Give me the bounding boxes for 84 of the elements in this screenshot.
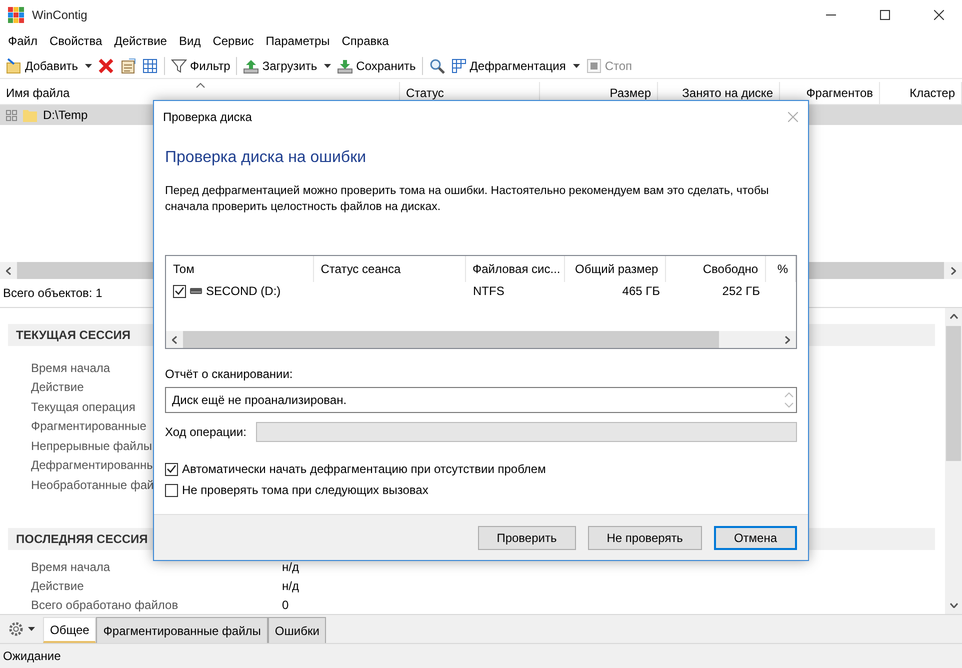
column-header[interactable]: % [766,256,796,282]
app-icon [8,7,24,23]
horizontal-scrollbar[interactable] [166,331,796,348]
dialog-title: Проверка диска [163,110,252,124]
checkbox[interactable] [165,484,178,496]
dialog-button[interactable]: Отмена [714,526,797,550]
menu-item[interactable]: Действие [108,34,173,48]
field-label: Время начала [31,360,110,375]
caret-icon [28,627,35,631]
vertical-scrollbar[interactable] [945,308,962,614]
check-icon [175,287,184,295]
field-label: Время начала [31,560,110,574]
field-label: Дефрагментированны [31,458,156,472]
maximize-icon[interactable] [880,10,890,20]
scroll-left-icon [172,336,177,344]
drive-icon [190,288,202,294]
menu-item[interactable]: Сервис [206,34,260,48]
scroll-right-icon [785,336,790,344]
menu-item[interactable]: Файл [2,34,44,48]
column-header[interactable]: Общий размер [565,256,666,282]
field-label: Необработанные фай [31,478,154,492]
toolbar-button[interactable]: Дефрагментация [448,55,583,77]
grid-icon [6,110,17,120]
report-field[interactable]: Диск ещё не проанализирован. [165,387,797,413]
column-header[interactable]: Файловая сис... [466,256,566,282]
field-label: Отчёт о сканировании: [165,367,294,381]
field-label: Текущая операция [31,400,136,414]
blocks-icon [450,58,467,74]
settings-icon [8,621,24,637]
tab[interactable]: Общее [43,617,96,643]
menu-item[interactable]: Параметры [260,34,336,48]
toolbar-button[interactable]: Добавить [3,55,96,77]
check-icon [167,465,176,473]
column-header[interactable]: Свободно [666,256,766,282]
toolbar-button[interactable]: Сохранить [334,55,419,77]
toolbar-button[interactable]: Загрузить [240,55,334,77]
status-text: Ожидание [3,649,61,663]
caret-icon [85,64,92,68]
download-icon [337,58,354,74]
menu-item[interactable]: Справка [336,34,395,48]
scroll-right-icon [951,266,956,274]
field-label: Фрагментированные [31,419,146,434]
field-label: Ход операции: [165,425,246,439]
caret-icon [572,64,580,68]
table-cell-text: 465 ГБ [621,284,661,298]
field-label: Всего обработано файлов [31,598,178,612]
table-cell-text: NTFS [472,284,506,298]
checkbox-label: Автоматически начать дефрагментацию при отсутствии проблем [182,462,546,476]
stop-icon [586,58,602,74]
folder-icon [23,108,37,122]
window-title: WinContig [32,8,88,22]
checkbox[interactable] [173,284,186,298]
field-label: Действие [31,380,84,394]
menu-item[interactable]: Свойства [44,34,108,48]
field-value: 0 [282,598,289,612]
checkbox[interactable] [165,462,178,476]
column-header[interactable]: Статус сеанса [314,256,466,282]
dialog-heading: Проверка диска на ошибки [165,149,368,167]
field-label: Действие [31,579,84,593]
scroll-up-icon [950,314,958,319]
close-icon[interactable] [934,10,944,20]
tab[interactable]: Ошибки [268,617,326,643]
tab[interactable]: Фрагментированные файлы [96,617,268,643]
file-name: D:\Temp [43,108,88,122]
table-cell: SECOND (D:) [206,284,281,298]
field-value: н/д [282,579,299,593]
caret-icon [324,64,332,68]
scroll-down-icon [950,603,958,608]
folder-add-icon [6,58,22,74]
dialog-button[interactable]: Проверить [478,526,576,550]
upload-icon [243,58,260,74]
description-text: Перед дефрагментацией можно проверить тома на ошибки. Настоятельно рекомендуем вам это сделать, чтобы сначала проверить целостность файлов на дисках. [165,184,770,215]
dialog-button[interactable]: Не проверять [588,526,702,550]
object-count: Всего объектов: 1 [3,286,102,300]
toolbar-button[interactable]: Фильтр [168,55,234,77]
filter-icon [171,58,188,74]
scroll-left-icon [6,266,11,274]
menu-item[interactable]: Вид [172,34,207,48]
column-header[interactable]: Кластер [880,82,962,104]
field-value: н/д [282,560,299,574]
checkbox-label: Не проверять тома при следующих вызовах [182,483,428,497]
column-header[interactable]: Том [166,256,314,282]
field-label: Непрерывные файлы [31,438,152,453]
table-cell-text: 252 ГБ [721,284,761,298]
